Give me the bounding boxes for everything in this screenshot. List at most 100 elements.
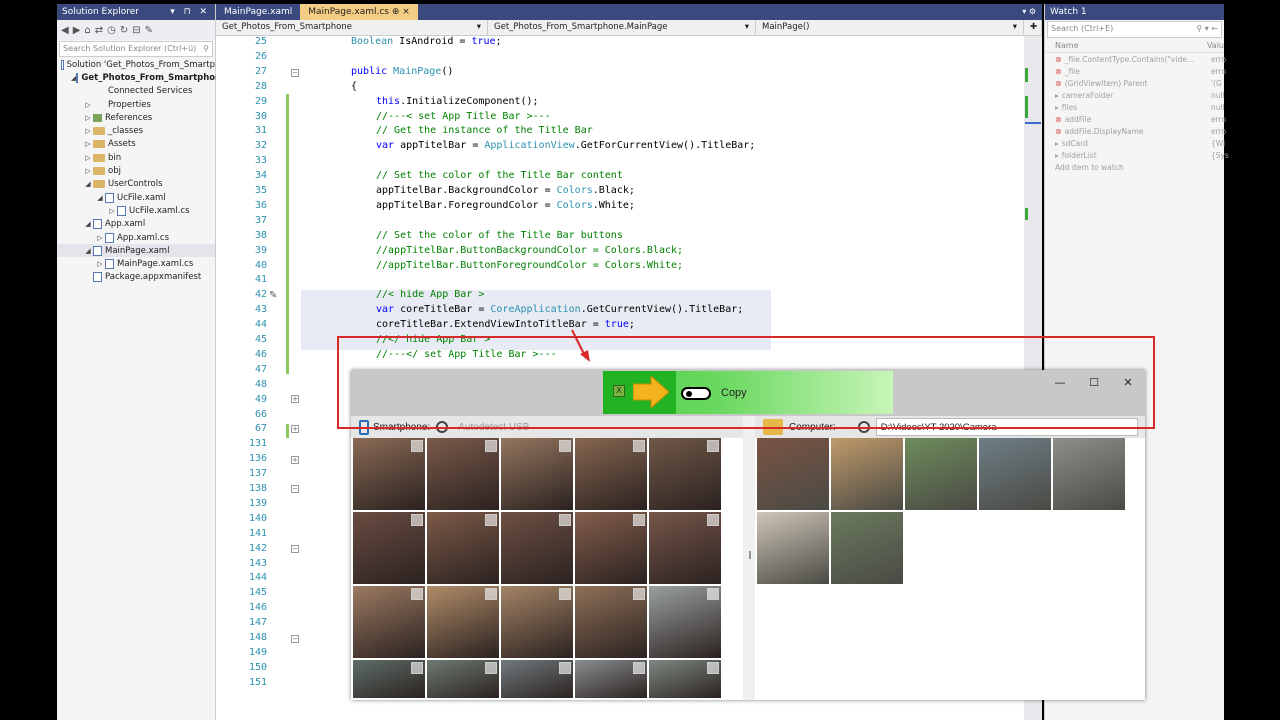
- photo-thumbnail[interactable]: [427, 438, 499, 510]
- fold-toggle[interactable]: +: [291, 425, 299, 433]
- photo-thumbnail[interactable]: [575, 512, 647, 584]
- watch-row[interactable]: ▸ cameraFolder null: [1045, 89, 1225, 101]
- photo-checkbox[interactable]: [707, 662, 719, 674]
- tree-item[interactable]: ◢ UcFile.xaml: [57, 191, 215, 204]
- watch-row[interactable]: ⊗ addFile.DisplayName erro: [1045, 125, 1226, 137]
- photo-checkbox[interactable]: [411, 440, 423, 452]
- tree-item[interactable]: ◢ Get_Photos_From_Smartphor: [57, 71, 219, 84]
- photo-thumbnail[interactable]: [649, 512, 721, 584]
- forward-icon[interactable]: ▶: [73, 25, 81, 36]
- photo-checkbox[interactable]: [485, 662, 497, 674]
- sync-icon[interactable]: ⇄: [95, 25, 103, 36]
- collapsed-arrow-icon[interactable]: ▷: [95, 234, 105, 242]
- photo-thumbnail[interactable]: [427, 512, 499, 584]
- collapsed-arrow-icon[interactable]: ▷: [95, 260, 105, 268]
- split-editor-button[interactable]: ✚: [1024, 20, 1042, 35]
- collapsed-arrow-icon[interactable]: ▷: [83, 154, 93, 162]
- properties-icon[interactable]: ✎: [145, 25, 153, 36]
- tree-item[interactable]: ◢ App.xaml: [57, 218, 215, 231]
- fold-toggle[interactable]: −: [291, 635, 299, 643]
- photo-checkbox[interactable]: [559, 662, 571, 674]
- photo-thumbnail[interactable]: [757, 512, 829, 584]
- photo-thumbnail[interactable]: [757, 438, 829, 510]
- photo-checkbox[interactable]: [485, 440, 497, 452]
- project-dropdown[interactable]: Get_Photos_From_Smartphone ▾: [216, 20, 488, 35]
- photo-thumbnail[interactable]: [575, 586, 647, 658]
- solution-search-input[interactable]: Search Solution Explorer (Ctrl+ü) ⚲: [59, 41, 213, 57]
- watch-row[interactable]: ⊗ (GridViewItem) Parent '(G: [1045, 77, 1224, 89]
- watch-add-item[interactable]: Add item to watch: [1045, 161, 1224, 173]
- tree-item[interactable]: ▷ Assets: [57, 138, 215, 151]
- photo-checkbox[interactable]: [633, 662, 645, 674]
- tree-item[interactable]: ◢ MainPage.xaml: [57, 244, 215, 258]
- fold-toggle[interactable]: −: [291, 545, 299, 553]
- photo-checkbox[interactable]: [633, 440, 645, 452]
- fold-toggle[interactable]: −: [291, 69, 299, 77]
- photo-thumbnail[interactable]: [353, 660, 425, 698]
- refresh-icon[interactable]: ↻: [120, 25, 128, 36]
- photo-checkbox[interactable]: [411, 588, 423, 600]
- photo-thumbnail[interactable]: [979, 438, 1051, 510]
- tab-mainpage-xaml-cs[interactable]: MainPage.xaml.cs ⊕ ×: [300, 4, 418, 20]
- photo-checkbox[interactable]: [559, 588, 571, 600]
- photo-checkbox[interactable]: [707, 514, 719, 526]
- photo-checkbox[interactable]: [707, 588, 719, 600]
- photo-thumbnail[interactable]: [501, 512, 573, 584]
- tree-item[interactable]: ▷ App.xaml.cs: [57, 231, 215, 244]
- back-icon[interactable]: ◀: [61, 25, 69, 36]
- photo-thumbnail[interactable]: [427, 660, 499, 698]
- photo-checkbox[interactable]: [633, 514, 645, 526]
- fold-toggle[interactable]: +: [291, 456, 299, 464]
- watch-search-input[interactable]: Search (Ctrl+E) ⚲ ▾ ←: [1047, 21, 1222, 38]
- watch-row[interactable]: ▸ files null: [1045, 101, 1225, 113]
- tree-item[interactable]: ▷ _classes: [57, 124, 215, 137]
- collapse-all-icon[interactable]: ⊟: [132, 25, 140, 36]
- pending-changes-icon[interactable]: ◷: [107, 25, 116, 36]
- expanded-arrow-icon[interactable]: ◢: [83, 180, 93, 188]
- photo-checkbox[interactable]: [411, 662, 423, 674]
- photo-thumbnail[interactable]: [649, 586, 721, 658]
- photo-thumbnail[interactable]: [649, 660, 721, 698]
- photo-thumbnail[interactable]: [831, 438, 903, 510]
- panel-controls[interactable]: ▾ ⊓ ✕: [170, 7, 210, 17]
- photo-thumbnail[interactable]: [501, 586, 573, 658]
- photo-thumbnail[interactable]: [501, 660, 573, 698]
- fold-toggle[interactable]: −: [291, 485, 299, 493]
- photo-checkbox[interactable]: [707, 440, 719, 452]
- member-dropdown[interactable]: MainPage() ▾: [756, 20, 1024, 35]
- photo-thumbnail[interactable]: [353, 586, 425, 658]
- photo-checkbox[interactable]: [485, 514, 497, 526]
- photo-checkbox[interactable]: [559, 440, 571, 452]
- tree-item[interactable]: ▷ References: [57, 111, 215, 124]
- watch-row[interactable]: ▸ folderList {Sys: [1045, 149, 1229, 161]
- expanded-arrow-icon[interactable]: ◢: [83, 220, 93, 228]
- tree-item[interactable]: ▷ obj: [57, 164, 215, 177]
- fold-toggle[interactable]: +: [291, 395, 299, 403]
- watch-row[interactable]: ⊗ addFile erro: [1045, 113, 1226, 125]
- class-dropdown[interactable]: Get_Photos_From_Smartphone.MainPage ▾: [488, 20, 756, 35]
- collapsed-arrow-icon[interactable]: ▷: [83, 167, 93, 175]
- watch-row[interactable]: ⊗ _file.ContentType.Contains("vide... erro: [1045, 53, 1226, 65]
- photo-thumbnail[interactable]: [575, 660, 647, 698]
- home-icon[interactable]: ⌂: [84, 25, 90, 36]
- tab-mainpage-xaml[interactable]: MainPage.xaml: [216, 4, 300, 20]
- tree-item[interactable]: Solution 'Get_Photos_From_Smartp: [57, 58, 215, 71]
- tree-item[interactable]: ▷ MainPage.xaml.cs: [57, 257, 215, 270]
- photo-checkbox[interactable]: [633, 588, 645, 600]
- photo-thumbnail[interactable]: [1053, 438, 1125, 510]
- collapsed-arrow-icon[interactable]: ▷: [107, 207, 117, 215]
- tree-item[interactable]: ◢ UserControls: [57, 178, 215, 191]
- expanded-arrow-icon[interactable]: ◢: [83, 247, 93, 255]
- photo-thumbnail[interactable]: [649, 438, 721, 510]
- photo-thumbnail[interactable]: [575, 438, 647, 510]
- photo-checkbox[interactable]: [411, 514, 423, 526]
- tree-item[interactable]: Connected Services: [57, 85, 215, 98]
- photo-checkbox[interactable]: [559, 514, 571, 526]
- photo-thumbnail[interactable]: [353, 438, 425, 510]
- photo-checkbox[interactable]: [485, 588, 497, 600]
- tree-item[interactable]: ▷ Properties: [57, 98, 215, 111]
- collapsed-arrow-icon[interactable]: ▷: [83, 101, 93, 109]
- photo-thumbnail[interactable]: [427, 586, 499, 658]
- photo-thumbnail[interactable]: [831, 512, 903, 584]
- tree-item[interactable]: Package.appxmanifest: [57, 271, 215, 284]
